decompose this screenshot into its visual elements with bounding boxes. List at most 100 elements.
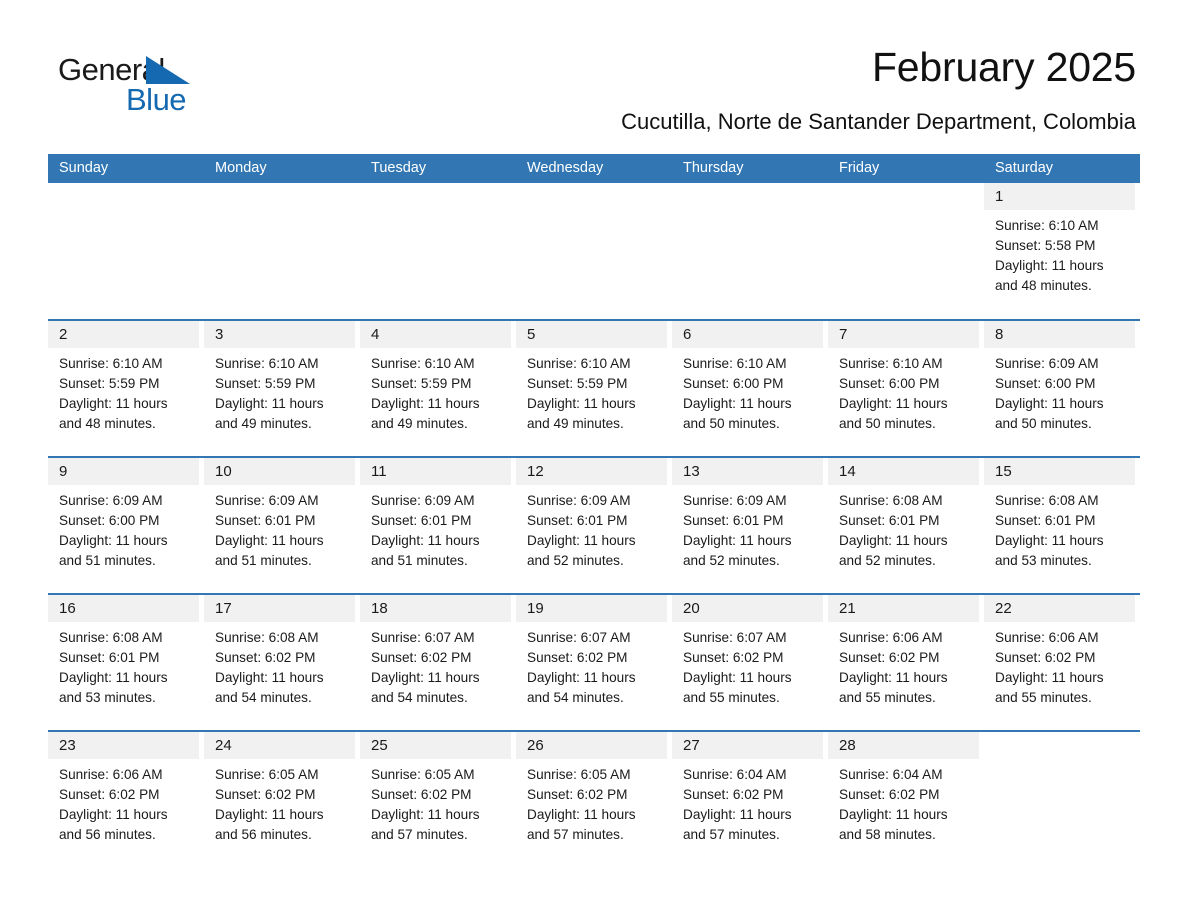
daylight-text-line1: Daylight: 11 hours xyxy=(371,533,480,548)
day-cell[interactable]: 26 Sunrise: 6:05 AM Sunset: 6:02 PM Dayl… xyxy=(516,732,672,867)
logo-text-blue: Blue xyxy=(126,82,187,117)
day-cell[interactable]: 10 Sunrise: 6:09 AM Sunset: 6:01 PM Dayl… xyxy=(204,458,360,593)
day-cell[interactable]: 8 Sunrise: 6:09 AM Sunset: 6:00 PM Dayli… xyxy=(984,321,1140,456)
day-cell[interactable]: 6 Sunrise: 6:10 AM Sunset: 6:00 PM Dayli… xyxy=(672,321,828,456)
sunset-text: Sunset: 6:02 PM xyxy=(371,787,472,802)
day-cell[interactable]: 28 Sunrise: 6:04 AM Sunset: 6:02 PM Dayl… xyxy=(828,732,984,867)
day-cell[interactable]: 11 Sunrise: 6:09 AM Sunset: 6:01 PM Dayl… xyxy=(360,458,516,593)
daylight-text-line1: Daylight: 11 hours xyxy=(215,670,324,685)
sunrise-text: Sunrise: 6:05 AM xyxy=(215,767,319,782)
sunset-text: Sunset: 6:02 PM xyxy=(839,787,940,802)
day-cell[interactable]: 19 Sunrise: 6:07 AM Sunset: 6:02 PM Dayl… xyxy=(516,595,672,730)
day-cell[interactable]: 18 Sunrise: 6:07 AM Sunset: 6:02 PM Dayl… xyxy=(360,595,516,730)
sunset-text: Sunset: 5:58 PM xyxy=(995,238,1096,253)
day-cell[interactable]: 21 Sunrise: 6:06 AM Sunset: 6:02 PM Dayl… xyxy=(828,595,984,730)
day-cell xyxy=(48,183,204,319)
daylight-text-line2: and 57 minutes. xyxy=(527,827,624,842)
day-cell[interactable]: 5 Sunrise: 6:10 AM Sunset: 5:59 PM Dayli… xyxy=(516,321,672,456)
daylight-text-line1: Daylight: 11 hours xyxy=(995,533,1104,548)
daylight-text-line2: and 56 minutes. xyxy=(59,827,156,842)
day-cell xyxy=(516,183,672,319)
day-number: 17 xyxy=(215,600,232,617)
day-cell[interactable]: 14 Sunrise: 6:08 AM Sunset: 6:01 PM Dayl… xyxy=(828,458,984,593)
sunrise-text: Sunrise: 6:06 AM xyxy=(995,630,1099,645)
day-cell[interactable]: 27 Sunrise: 6:04 AM Sunset: 6:02 PM Dayl… xyxy=(672,732,828,867)
daylight-text-line2: and 55 minutes. xyxy=(995,690,1092,705)
day-number: 18 xyxy=(371,600,388,617)
daylight-text-line1: Daylight: 11 hours xyxy=(215,533,324,548)
daylight-text-line2: and 51 minutes. xyxy=(215,553,312,568)
daylight-text-line2: and 50 minutes. xyxy=(995,416,1092,431)
title-block: February 2025 xyxy=(198,44,1140,90)
sunset-text: Sunset: 6:02 PM xyxy=(527,787,628,802)
day-cell[interactable]: 17 Sunrise: 6:08 AM Sunset: 6:02 PM Dayl… xyxy=(204,595,360,730)
day-number: 24 xyxy=(215,737,232,754)
day-cell[interactable]: 25 Sunrise: 6:05 AM Sunset: 6:02 PM Dayl… xyxy=(360,732,516,867)
sunrise-text: Sunrise: 6:09 AM xyxy=(59,493,163,508)
day-cell[interactable]: 2 Sunrise: 6:10 AM Sunset: 5:59 PM Dayli… xyxy=(48,321,204,456)
day-number: 6 xyxy=(683,326,692,343)
day-cell[interactable]: 7 Sunrise: 6:10 AM Sunset: 6:00 PM Dayli… xyxy=(828,321,984,456)
sunset-text: Sunset: 6:00 PM xyxy=(839,376,940,391)
day-cell[interactable]: 20 Sunrise: 6:07 AM Sunset: 6:02 PM Dayl… xyxy=(672,595,828,730)
daylight-text-line2: and 49 minutes. xyxy=(371,416,468,431)
calendar-page: General Blue February 2025 Cucutilla, No… xyxy=(0,0,1188,918)
day-number: 10 xyxy=(215,463,232,480)
day-cell[interactable]: 12 Sunrise: 6:09 AM Sunset: 6:01 PM Dayl… xyxy=(516,458,672,593)
day-cell[interactable]: 24 Sunrise: 6:05 AM Sunset: 6:02 PM Dayl… xyxy=(204,732,360,867)
day-cell[interactable]: 22 Sunrise: 6:06 AM Sunset: 6:02 PM Dayl… xyxy=(984,595,1140,730)
day-number: 14 xyxy=(839,463,856,480)
daylight-text-line2: and 57 minutes. xyxy=(371,827,468,842)
day-number: 5 xyxy=(527,326,536,343)
sunset-text: Sunset: 6:01 PM xyxy=(59,650,160,665)
sunset-text: Sunset: 6:01 PM xyxy=(527,513,628,528)
weekday-header-saturday: Saturday xyxy=(995,160,1054,176)
sunset-text: Sunset: 6:01 PM xyxy=(683,513,784,528)
sunrise-text: Sunrise: 6:10 AM xyxy=(59,356,163,371)
day-cell[interactable]: 23 Sunrise: 6:06 AM Sunset: 6:02 PM Dayl… xyxy=(48,732,204,867)
location-subtitle: Cucutilla, Norte de Santander Department… xyxy=(621,109,1136,134)
daylight-text-line1: Daylight: 11 hours xyxy=(59,396,168,411)
sunset-text: Sunset: 5:59 PM xyxy=(527,376,628,391)
daylight-text-line2: and 54 minutes. xyxy=(371,690,468,705)
day-number: 1 xyxy=(995,188,1004,205)
general-blue-logo[interactable]: General Blue xyxy=(48,44,198,118)
day-cell[interactable]: 13 Sunrise: 6:09 AM Sunset: 6:01 PM Dayl… xyxy=(672,458,828,593)
daylight-text-line1: Daylight: 11 hours xyxy=(527,533,636,548)
daylight-text-line1: Daylight: 11 hours xyxy=(371,807,480,822)
day-cell[interactable]: 4 Sunrise: 6:10 AM Sunset: 5:59 PM Dayli… xyxy=(360,321,516,456)
daylight-text-line1: Daylight: 11 hours xyxy=(839,533,948,548)
day-cell[interactable]: 9 Sunrise: 6:09 AM Sunset: 6:00 PM Dayli… xyxy=(48,458,204,593)
sunrise-text: Sunrise: 6:07 AM xyxy=(371,630,475,645)
day-cell xyxy=(828,183,984,319)
day-number: 13 xyxy=(683,463,700,480)
sunrise-text: Sunrise: 6:06 AM xyxy=(59,767,163,782)
daylight-text-line2: and 57 minutes. xyxy=(683,827,780,842)
day-cell[interactable]: 3 Sunrise: 6:10 AM Sunset: 5:59 PM Dayli… xyxy=(204,321,360,456)
day-number: 3 xyxy=(215,326,224,343)
sunrise-text: Sunrise: 6:08 AM xyxy=(59,630,163,645)
daylight-text-line1: Daylight: 11 hours xyxy=(59,533,168,548)
sunset-text: Sunset: 6:00 PM xyxy=(995,376,1096,391)
day-cell[interactable]: 16 Sunrise: 6:08 AM Sunset: 6:01 PM Dayl… xyxy=(48,595,204,730)
sunset-text: Sunset: 6:00 PM xyxy=(683,376,784,391)
day-number: 9 xyxy=(59,463,68,480)
daylight-text-line2: and 55 minutes. xyxy=(683,690,780,705)
sunrise-text: Sunrise: 6:04 AM xyxy=(683,767,787,782)
day-number: 20 xyxy=(683,600,700,617)
daylight-text-line2: and 48 minutes. xyxy=(995,278,1092,293)
sunrise-text: Sunrise: 6:09 AM xyxy=(215,493,319,508)
sunset-text: Sunset: 6:02 PM xyxy=(995,650,1096,665)
sunrise-text: Sunrise: 6:08 AM xyxy=(839,493,943,508)
day-cell xyxy=(984,732,1140,867)
sunrise-text: Sunrise: 6:06 AM xyxy=(839,630,943,645)
daylight-text-line2: and 53 minutes. xyxy=(59,690,156,705)
day-number: 15 xyxy=(995,463,1012,480)
day-cell[interactable]: 1 Sunrise: 6:10 AM Sunset: 5:58 PM Dayli… xyxy=(984,183,1140,319)
sunset-text: Sunset: 6:00 PM xyxy=(59,513,160,528)
sunrise-text: Sunrise: 6:10 AM xyxy=(839,356,943,371)
day-cell[interactable]: 15 Sunrise: 6:08 AM Sunset: 6:01 PM Dayl… xyxy=(984,458,1140,593)
daylight-text-line2: and 50 minutes. xyxy=(683,416,780,431)
daylight-text-line2: and 54 minutes. xyxy=(527,690,624,705)
day-number: 22 xyxy=(995,600,1012,617)
